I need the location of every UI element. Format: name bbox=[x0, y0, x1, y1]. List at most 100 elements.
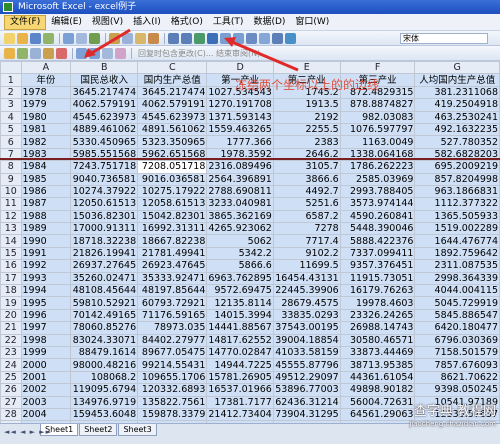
table-cell[interactable]: 16537.01966 bbox=[206, 383, 274, 397]
row-header[interactable]: 3 bbox=[0, 98, 22, 112]
table-cell[interactable]: 1997 bbox=[20, 321, 72, 335]
table-cell[interactable]: 14944.7225 bbox=[206, 358, 274, 372]
table-cell[interactable]: 60793.72921 bbox=[137, 296, 208, 310]
select-all-corner[interactable] bbox=[0, 61, 22, 75]
row-header[interactable]: 2 bbox=[0, 85, 22, 100]
table-cell[interactable]: 1986 bbox=[20, 184, 72, 199]
table-cell[interactable]: 26923.47645 bbox=[137, 259, 208, 273]
column-header-c[interactable]: C bbox=[137, 61, 208, 75]
table-cell[interactable]: 7717.4 bbox=[272, 234, 341, 248]
header-cell-gdp-per-capita[interactable]: 人均国内生产总值 bbox=[414, 73, 500, 87]
table-cell[interactable]: 16454.43131 bbox=[272, 271, 341, 286]
table-cell[interactable]: 1978 bbox=[20, 85, 72, 100]
row-header[interactable]: 28 bbox=[0, 407, 22, 422]
permission-icon[interactable] bbox=[43, 32, 54, 44]
table-cell[interactable]: 3105.7 bbox=[272, 160, 341, 174]
table-cell[interactable]: 1999 bbox=[20, 345, 72, 360]
table-cell[interactable]: 4590.260841 bbox=[339, 209, 416, 224]
table-cell[interactable]: 12135.8114 bbox=[206, 296, 274, 310]
table-cell[interactable]: 21826.19941 bbox=[70, 246, 139, 261]
table-cell[interactable]: 2311.087535 bbox=[414, 259, 500, 273]
row-header[interactable]: 22 bbox=[0, 333, 22, 348]
row-header[interactable]: 14 bbox=[0, 234, 22, 248]
row-header[interactable]: 10 bbox=[0, 184, 22, 199]
redo-icon[interactable] bbox=[181, 32, 192, 44]
table-cell[interactable]: 38713.95385 bbox=[339, 358, 416, 372]
column-header-g[interactable]: G bbox=[414, 61, 500, 75]
table-cell[interactable]: 7278 bbox=[272, 222, 341, 236]
table-cell[interactable]: 5448.390046 bbox=[339, 222, 416, 236]
table-cell[interactable]: 5330.450965 bbox=[70, 135, 139, 149]
table-cell[interactable]: 9357.376451 bbox=[339, 259, 416, 273]
table-cell[interactable]: 49898.90182 bbox=[339, 383, 416, 397]
table-cell[interactable]: 5323.350965 bbox=[137, 135, 208, 149]
table-cell[interactable]: 1988 bbox=[20, 209, 72, 224]
table-cell[interactable]: 1993 bbox=[20, 271, 72, 286]
row-header[interactable]: 6 bbox=[0, 135, 22, 149]
table-cell[interactable]: 492.1632235 bbox=[414, 122, 500, 137]
table-cell[interactable]: 48108.45644 bbox=[70, 284, 139, 298]
table-cell[interactable]: 4044.004115 bbox=[414, 284, 500, 298]
table-cell[interactable]: 119095.6794 bbox=[70, 383, 139, 397]
table-cell[interactable]: 4265.923062 bbox=[206, 222, 274, 236]
table-cell[interactable]: 28679.4575 bbox=[272, 296, 341, 310]
table-cell[interactable]: 44361.61054 bbox=[339, 370, 416, 385]
table-cell[interactable]: 83024.33071 bbox=[70, 333, 139, 348]
table-cell[interactable]: 5342.2 bbox=[206, 246, 274, 261]
table-cell[interactable]: 1995 bbox=[20, 296, 72, 310]
table-cell[interactable]: 9102.2 bbox=[272, 246, 341, 261]
table-cell[interactable]: 2788.690811 bbox=[206, 184, 274, 199]
save-icon[interactable] bbox=[30, 32, 41, 44]
row-header[interactable]: 26 bbox=[0, 383, 22, 397]
table-cell[interactable]: 14015.3994 bbox=[206, 308, 274, 323]
table-cell[interactable]: 2192 bbox=[272, 110, 341, 124]
table-cell[interactable]: 135822.7561 bbox=[137, 395, 208, 409]
table-cell[interactable]: 2564.396891 bbox=[206, 172, 274, 186]
table-cell[interactable]: 1365.505933 bbox=[414, 209, 500, 224]
table-cell[interactable]: 2993.788405 bbox=[339, 184, 416, 199]
email-icon[interactable] bbox=[17, 47, 28, 59]
table-cell[interactable]: 17000.91311 bbox=[70, 222, 139, 236]
row-header[interactable]: 21 bbox=[0, 321, 22, 335]
table-cell[interactable]: 12058.61513 bbox=[137, 197, 208, 211]
table-cell[interactable]: 1984 bbox=[20, 160, 72, 174]
table-cell[interactable]: 7158.501579 bbox=[414, 345, 500, 360]
table-cell[interactable]: 2004 bbox=[20, 407, 72, 422]
table-cell[interactable]: 4545.623973 bbox=[70, 110, 139, 124]
table-cell[interactable]: 3233.040981 bbox=[206, 197, 274, 211]
row-header[interactable]: 23 bbox=[0, 345, 22, 360]
table-cell[interactable]: 2000 bbox=[20, 358, 72, 372]
table-cell[interactable]: 1112.377322 bbox=[414, 197, 500, 211]
table-cell[interactable]: 19978.4603 bbox=[339, 296, 416, 310]
table-cell[interactable]: 1998 bbox=[20, 333, 72, 348]
row-header[interactable]: 20 bbox=[0, 308, 22, 323]
table-cell[interactable]: 7243.751718 bbox=[70, 160, 139, 174]
table-cell[interactable]: 982.03083 bbox=[339, 110, 416, 124]
row-header[interactable]: 9 bbox=[0, 172, 22, 186]
table-cell[interactable]: 73904.31295 bbox=[272, 407, 341, 422]
table-cell[interactable]: 1981 bbox=[20, 122, 72, 137]
table-cell[interactable]: 26988.14743 bbox=[339, 321, 416, 335]
table-cell[interactable]: 35333.92471 bbox=[137, 271, 208, 286]
table-cell[interactable]: 62436.31214 bbox=[272, 395, 341, 409]
header-cell-year[interactable]: 年份 bbox=[20, 73, 72, 87]
table-cell[interactable]: 3645.217474 bbox=[137, 85, 208, 100]
table-cell[interactable]: 1979 bbox=[20, 98, 72, 112]
table-cell[interactable]: 88479.1614 bbox=[70, 345, 139, 360]
table-cell[interactable]: 2003 bbox=[20, 395, 72, 409]
table-cell[interactable]: 7208.051718 bbox=[137, 160, 208, 174]
table-cell[interactable]: 26937.27645 bbox=[70, 259, 139, 273]
table-cell[interactable]: 963.1866831 bbox=[414, 184, 500, 199]
table-cell[interactable]: 2316.089496 bbox=[206, 160, 274, 174]
table-cell[interactable]: 1985 bbox=[20, 172, 72, 186]
table-cell[interactable]: 16179.76263 bbox=[339, 284, 416, 298]
table-cell[interactable]: 9016.036581 bbox=[137, 172, 208, 186]
new-icon[interactable] bbox=[4, 32, 15, 44]
table-cell[interactable]: 1994 bbox=[20, 284, 72, 298]
row-header[interactable]: 4 bbox=[0, 110, 22, 124]
table-cell[interactable]: 14441.88567 bbox=[206, 321, 274, 335]
table-cell[interactable]: 1991 bbox=[20, 246, 72, 261]
table-cell[interactable]: 1777.366 bbox=[206, 135, 274, 149]
table-cell[interactable]: 39004.18854 bbox=[272, 333, 341, 348]
table-cell[interactable]: 463.2530241 bbox=[414, 110, 500, 124]
